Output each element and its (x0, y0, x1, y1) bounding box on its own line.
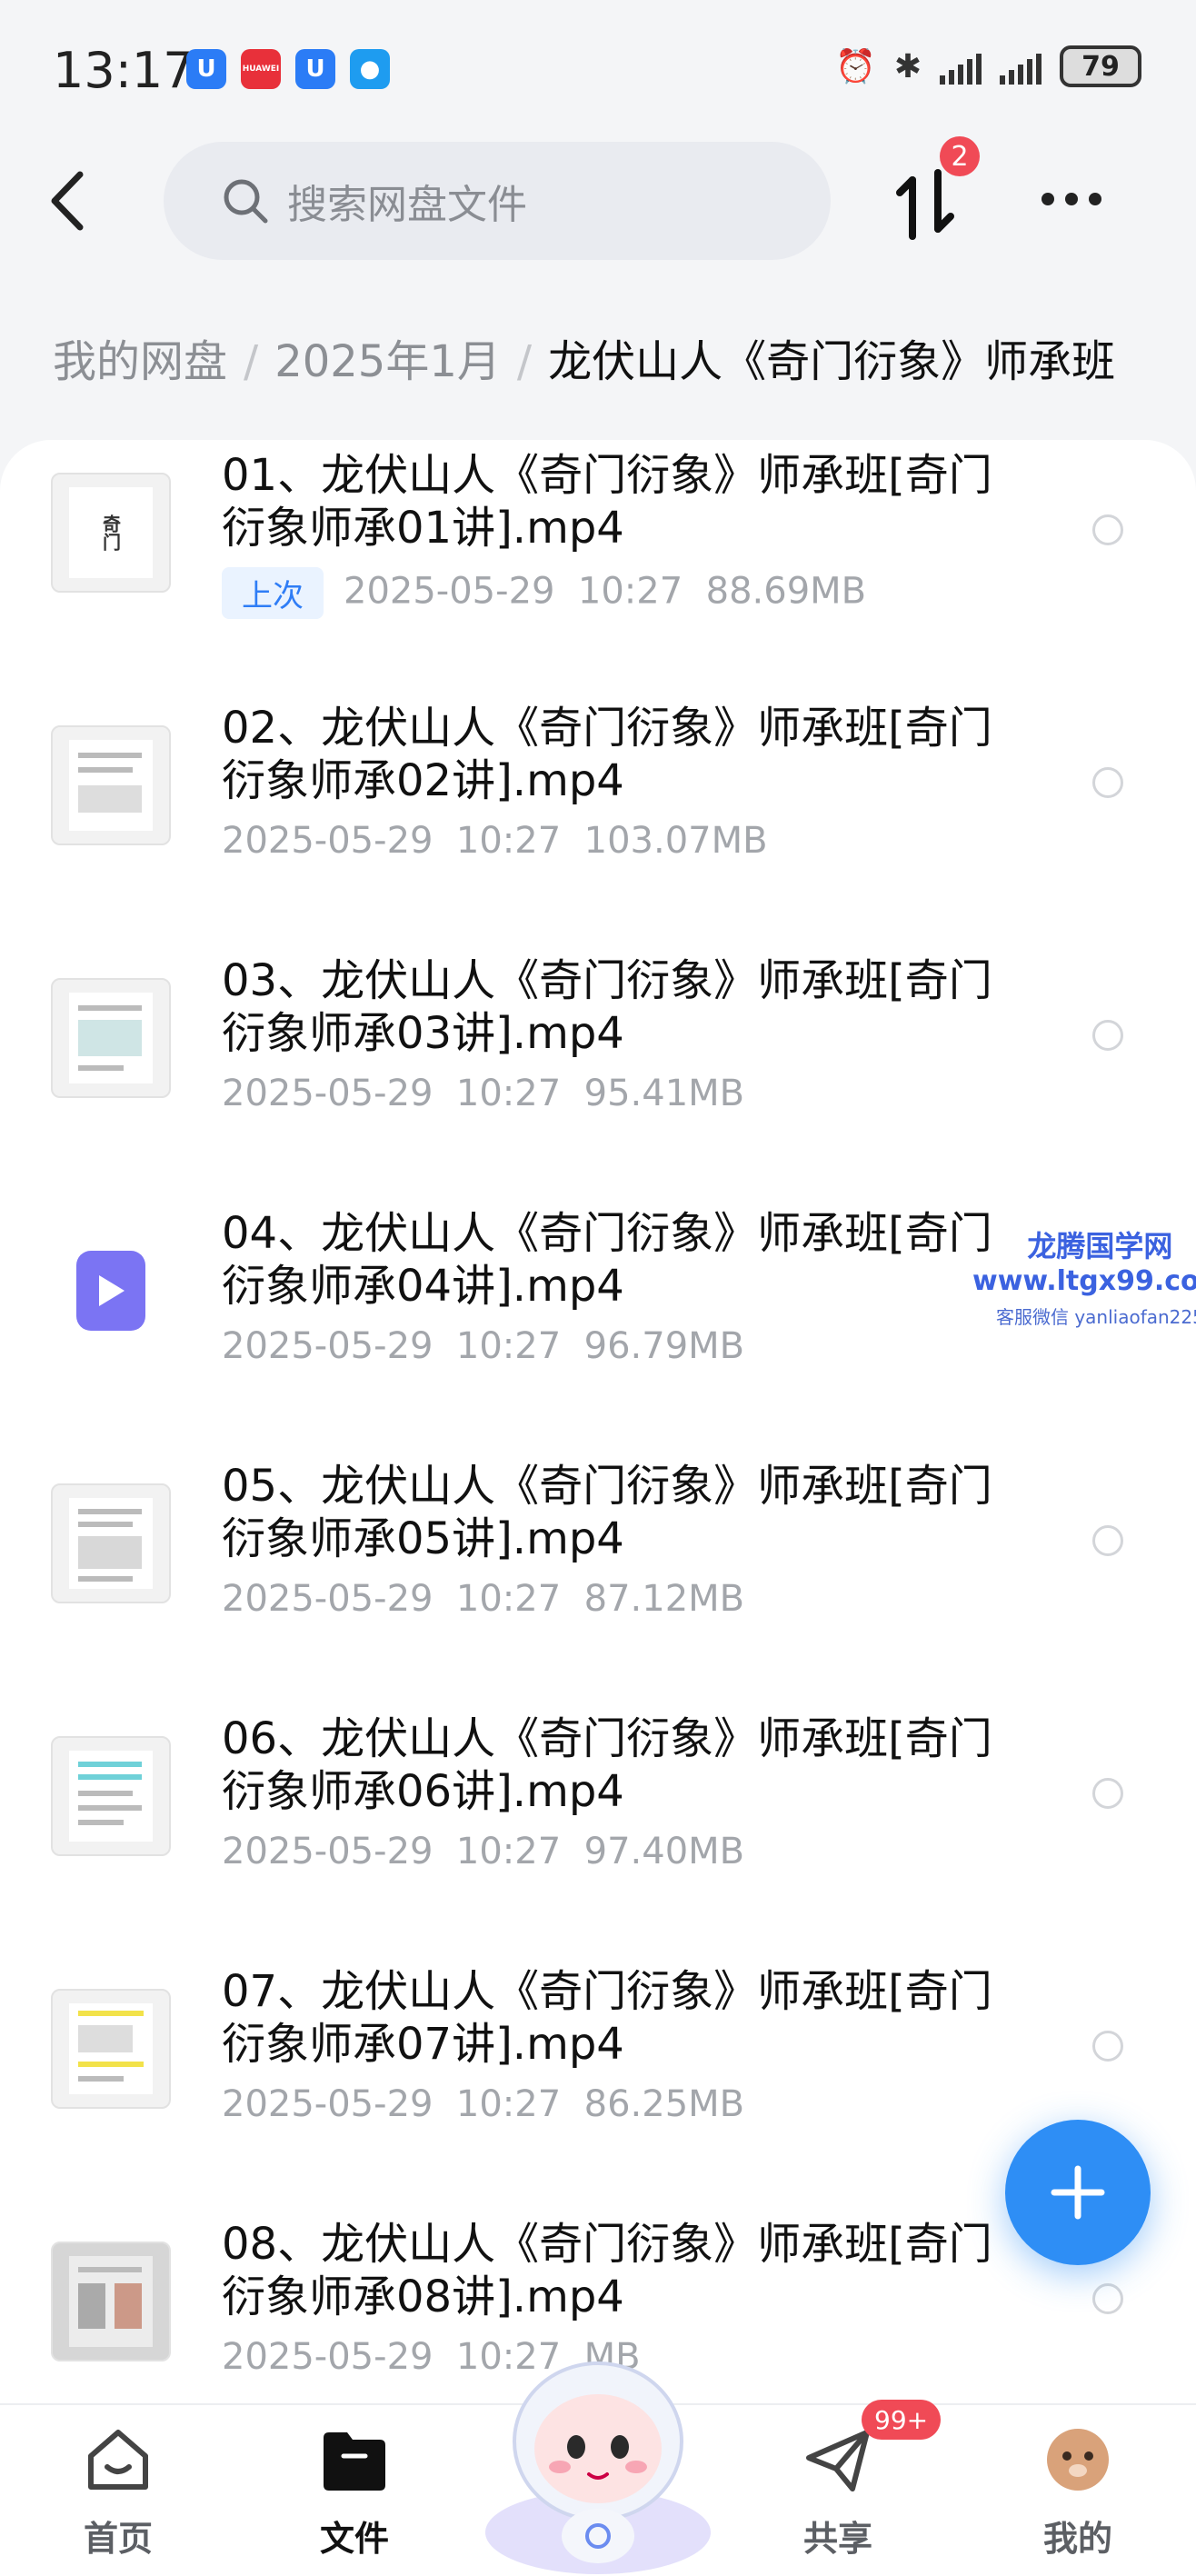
file-meta: 2025-05-29 10:27 103.07MB (222, 820, 768, 862)
file-meta: 2025-05-29 10:27 86.25MB (222, 2083, 745, 2125)
more-icon[interactable] (1042, 193, 1101, 205)
app-notification-icon: U (186, 49, 226, 89)
nav-home[interactable]: 首页 (45, 2425, 191, 2561)
add-button[interactable] (1005, 2120, 1151, 2265)
top-bar: 搜索网盘文件 (0, 136, 1196, 264)
file-row[interactable]: 02、龙伏山人《奇门衍象》师承班[奇门衍象师承02讲].mp4 2025-05-… (0, 693, 1196, 945)
breadcrumb-item-month[interactable]: 2025年1月 (274, 336, 501, 387)
signal-icon (940, 48, 982, 85)
file-meta: 2025-05-29 10:27 97.40MB (222, 1831, 745, 1872)
file-list: 奇门 01、龙伏山人《奇门衍象》师承班[奇门衍象师承01讲].mp4 上次 202… (0, 440, 1196, 2403)
watermark-title: 龙腾国学网 (1027, 1229, 1173, 1263)
select-radio[interactable] (1092, 767, 1123, 798)
file-thumbnail (51, 978, 171, 1098)
play-icon (99, 1275, 125, 1306)
file-meta: 2025-05-29 10:27 87.12MB (222, 1578, 745, 1620)
breadcrumb: 我的网盘/2025年1月 / 龙伏山人《奇门衍象》师承班 (53, 336, 1116, 387)
select-radio[interactable] (1092, 1778, 1123, 1809)
recent-tag: 上次 (222, 567, 324, 619)
share-badge: 99+ (862, 2400, 942, 2440)
select-radio[interactable] (1092, 2283, 1123, 2314)
file-meta: 2025-05-29 10:27 95.41MB (222, 1073, 745, 1114)
huawei-label: HUAWEI (242, 65, 280, 74)
nav-files[interactable]: 文件 (282, 2425, 427, 2561)
status-bar: 13:17 U HUAWEI U ● ⏰ ✱ 79 (0, 0, 1196, 145)
message-notification-icon: ● (350, 49, 390, 89)
file-thumbnail (51, 1483, 171, 1603)
file-name: 06、龙伏山人《奇门衍象》师承班[奇门衍象师承06讲].mp4 (222, 1713, 992, 1817)
file-row[interactable]: 奇门 01、龙伏山人《奇门衍象》师承班[奇门衍象师承01讲].mp4 上次 202… (0, 440, 1196, 693)
file-thumbnail (51, 725, 171, 845)
file-thumbnail (51, 1736, 171, 1856)
notification-icons: U HUAWEI U ● (186, 49, 390, 89)
file-name: 03、龙伏山人《奇门衍象》师承班[奇门衍象师承03讲].mp4 (222, 955, 992, 1059)
file-thumbnail: 奇门 (51, 473, 171, 593)
watermark-contact: 客服微信 yanliaofan225 (995, 1306, 1196, 1328)
nav-label: 文件 (319, 2519, 389, 2559)
home-icon (88, 2430, 148, 2490)
select-radio[interactable] (1092, 1525, 1123, 1556)
search-placeholder: 搜索网盘文件 (287, 182, 527, 228)
back-icon[interactable] (44, 169, 98, 233)
search-icon (224, 179, 268, 224)
nav-label: 我的 (1042, 2519, 1112, 2559)
transfer-icon[interactable] (891, 164, 963, 245)
select-radio[interactable] (1092, 514, 1123, 545)
watermark: 龙腾国学网 www.ltgx99.com 客服微信 yanliaofan225 (972, 1223, 1196, 1329)
file-row[interactable]: 05、龙伏山人《奇门衍象》师承班[奇门衍象师承05讲].mp4 2025-05-… (0, 1451, 1196, 1703)
status-indicators: ⏰ ✱ 79 (835, 45, 1141, 87)
share-icon (806, 2430, 870, 2491)
nav-label: 首页 (83, 2519, 153, 2559)
signal-icon (1000, 48, 1042, 85)
watermark-url: www.ltgx99.com (972, 1265, 1196, 1297)
file-name: 01、龙伏山人《奇门衍象》师承班[奇门衍象师承01讲].mp4 (222, 450, 992, 554)
file-name: 07、龙伏山人《奇门衍象》师承班[奇门衍象师承07讲].mp4 (222, 1966, 992, 2070)
file-name: 02、龙伏山人《奇门衍象》师承班[奇门衍象师承02讲].mp4 (222, 703, 992, 806)
video-thumbnail (76, 1251, 145, 1331)
avatar-icon (1047, 2429, 1109, 2491)
search-input[interactable]: 搜索网盘文件 (164, 142, 831, 260)
file-meta: 2025-05-29 10:27 96.79MB (222, 1325, 745, 1367)
nav-share[interactable]: 共享 (765, 2425, 911, 2561)
nav-mine[interactable]: 我的 (1005, 2425, 1151, 2561)
nav-label: 共享 (802, 2519, 872, 2559)
select-radio[interactable] (1092, 1020, 1123, 1051)
file-name: 04、龙伏山人《奇门衍象》师承班[奇门衍象师承04讲].mp4 (222, 1208, 992, 1312)
breadcrumb-item-current: 龙伏山人《奇门衍象》师承班 (548, 336, 1116, 387)
select-radio[interactable] (1092, 2031, 1123, 2062)
plus-icon (1051, 2165, 1105, 2220)
transfer-badge: 2 (940, 136, 980, 176)
app-notification-icon: U (295, 49, 335, 89)
huawei-notification-icon: HUAWEI (241, 49, 281, 89)
file-row[interactable]: 06、龙伏山人《奇门衍象》师承班[奇门衍象师承06讲].mp4 2025-05-… (0, 1703, 1196, 1956)
breadcrumb-item-root[interactable]: 我的网盘 (53, 336, 227, 387)
file-thumbnail (51, 2242, 171, 2361)
folder-icon (324, 2432, 385, 2491)
assistant-mascot-icon[interactable] (482, 2341, 714, 2574)
file-name: 05、龙伏山人《奇门衍象》师承班[奇门衍象师承05讲].mp4 (222, 1461, 992, 1564)
alarm-icon: ⏰ (835, 48, 876, 85)
file-row[interactable]: 03、龙伏山人《奇门衍象》师承班[奇门衍象师承03讲].mp4 2025-05-… (0, 945, 1196, 1198)
bluetooth-icon: ✱ (893, 47, 922, 85)
battery-icon: 79 (1060, 45, 1141, 87)
file-name: 08、龙伏山人《奇门衍象》师承班[奇门衍象师承08讲].mp4 (222, 2219, 992, 2322)
status-time: 13:17 (53, 42, 194, 99)
file-meta: 上次 2025-05-29 10:27 88.69MB (222, 567, 866, 619)
file-thumbnail (51, 1989, 171, 2109)
